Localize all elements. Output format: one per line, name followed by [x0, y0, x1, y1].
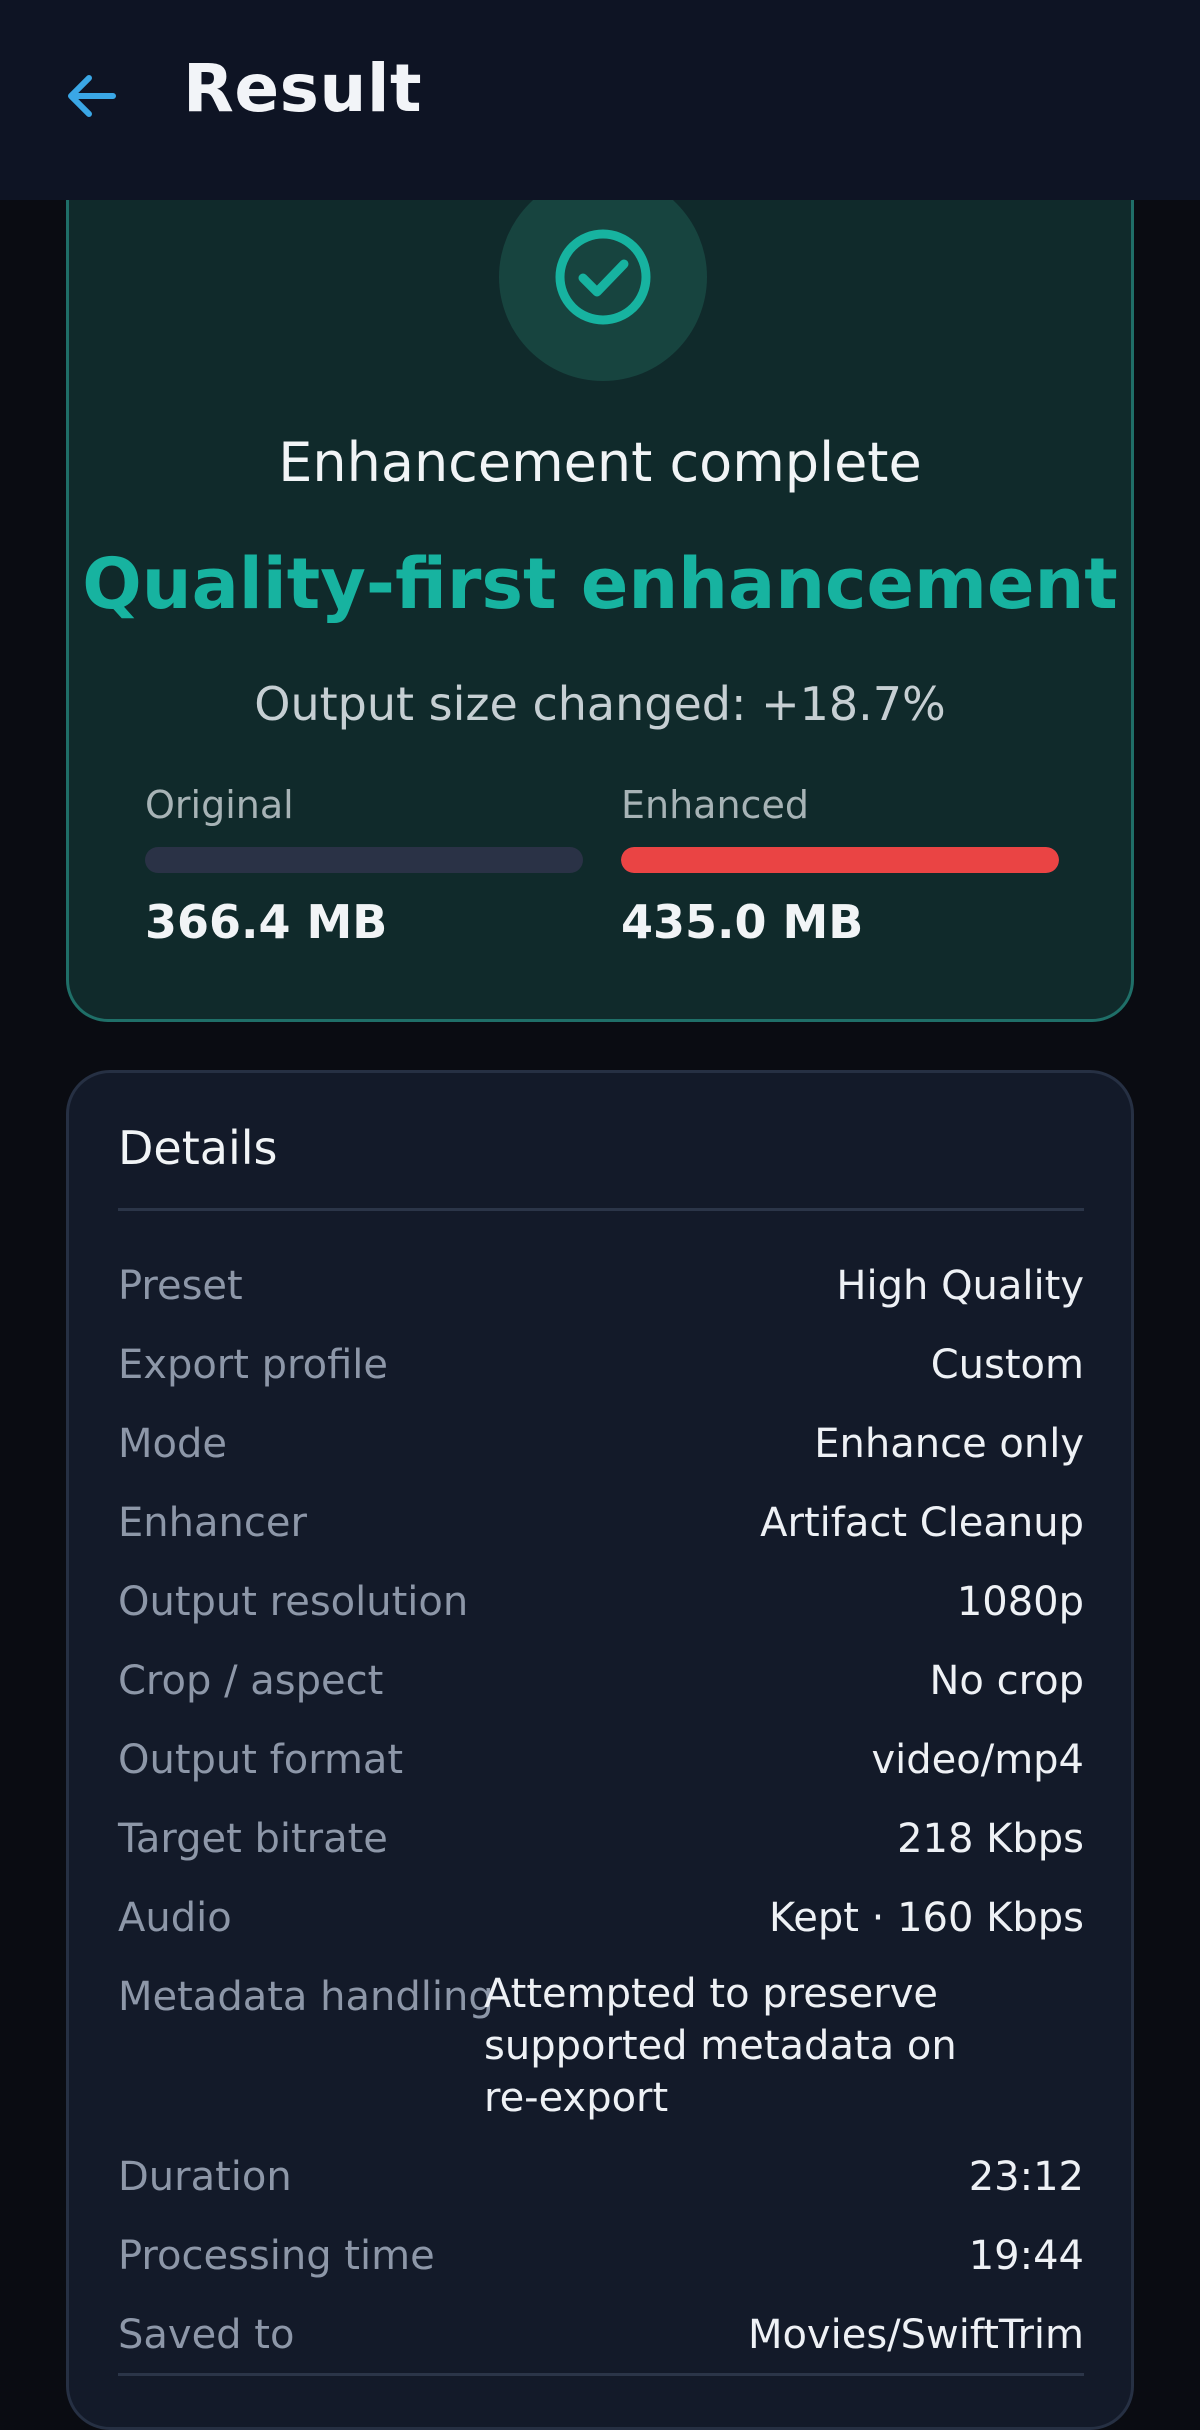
detail-key: Export profile — [118, 1342, 388, 1388]
detail-value: Enhance only — [814, 1421, 1084, 1467]
detail-key: Mode — [118, 1421, 227, 1467]
size-change-text: Output size changed: +18.7% — [254, 677, 946, 731]
back-button[interactable] — [50, 60, 132, 132]
detail-row: Metadata handling Attempted to preserve s… — [118, 1971, 1084, 2121]
detail-row: Export profile Custom — [118, 1342, 1084, 1402]
detail-value: 23:12 — [968, 2154, 1084, 2200]
detail-value: No crop — [929, 1658, 1084, 1704]
detail-value: Movies/SwiftTrim — [747, 2312, 1084, 2358]
detail-row: Processing time 19:44 — [118, 2233, 1084, 2293]
detail-value: 218 Kbps — [897, 1816, 1084, 1862]
detail-row: Mode Enhance only — [118, 1421, 1084, 1481]
original-size-value: 366.4 MB — [145, 895, 388, 949]
detail-row: Crop / aspect No crop — [118, 1658, 1084, 1718]
check-circle-icon — [555, 229, 651, 325]
enhanced-size-block: Enhanced 435.0 MB — [621, 783, 1059, 949]
detail-key: Saved to — [118, 2312, 295, 2358]
details-card: Details Preset High Quality Export profile… — [66, 1070, 1134, 2430]
detail-row: Preset High Quality — [118, 1263, 1084, 1323]
detail-row: Saved to Movies/SwiftTrim — [118, 2312, 1084, 2372]
detail-row: Output resolution 1080p — [118, 1579, 1084, 1639]
detail-row: Duration 23:12 — [118, 2154, 1084, 2214]
detail-value: High Quality — [836, 1263, 1084, 1309]
page-title: Result — [183, 50, 423, 127]
detail-key: Target bitrate — [118, 1816, 388, 1862]
divider — [118, 1208, 1084, 1211]
detail-key: Crop / aspect — [118, 1658, 384, 1704]
enhanced-size-value: 435.0 MB — [621, 895, 864, 949]
status-title: Enhancement complete — [278, 431, 922, 494]
detail-value: 1080p — [956, 1579, 1084, 1625]
detail-key: Audio — [118, 1895, 232, 1941]
detail-row: Target bitrate 218 Kbps — [118, 1816, 1084, 1876]
detail-key: Output format — [118, 1737, 404, 1783]
detail-value: Attempted to preserve supported metadata… — [484, 1971, 957, 2121]
detail-key: Metadata handling — [118, 1974, 494, 2020]
detail-value: 19:44 — [968, 2233, 1084, 2279]
result-summary-card: Enhancement complete Quality-first enhan… — [66, 150, 1134, 1022]
detail-row: Audio Kept · 160 Kbps — [118, 1895, 1084, 1955]
detail-key: Enhancer — [118, 1500, 307, 1546]
detail-value: Custom — [930, 1342, 1084, 1388]
detail-value: Kept · 160 Kbps — [769, 1895, 1084, 1941]
original-size-block: Original 366.4 MB — [145, 783, 583, 949]
enhanced-size-bar-fill — [621, 847, 1059, 873]
original-size-bar — [145, 847, 583, 873]
app-bar: Result — [0, 0, 1200, 200]
detail-key: Processing time — [118, 2233, 435, 2279]
detail-key: Preset — [118, 1263, 243, 1309]
enhanced-size-bar — [621, 847, 1059, 873]
original-size-label: Original — [145, 783, 294, 827]
details-title: Details — [118, 1121, 278, 1175]
success-badge — [499, 173, 707, 381]
detail-row: Enhancer Artifact Cleanup — [118, 1500, 1084, 1560]
detail-row: Output format video/mp4 — [118, 1737, 1084, 1797]
detail-value: video/mp4 — [871, 1737, 1084, 1783]
arrow-left-icon — [68, 75, 116, 117]
divider — [118, 2373, 1084, 2376]
detail-value: Artifact Cleanup — [760, 1500, 1084, 1546]
detail-key: Duration — [118, 2154, 292, 2200]
enhanced-size-label: Enhanced — [621, 783, 809, 827]
detail-key: Output resolution — [118, 1579, 469, 1625]
enhancement-headline: Quality-first enhancement — [82, 543, 1118, 625]
